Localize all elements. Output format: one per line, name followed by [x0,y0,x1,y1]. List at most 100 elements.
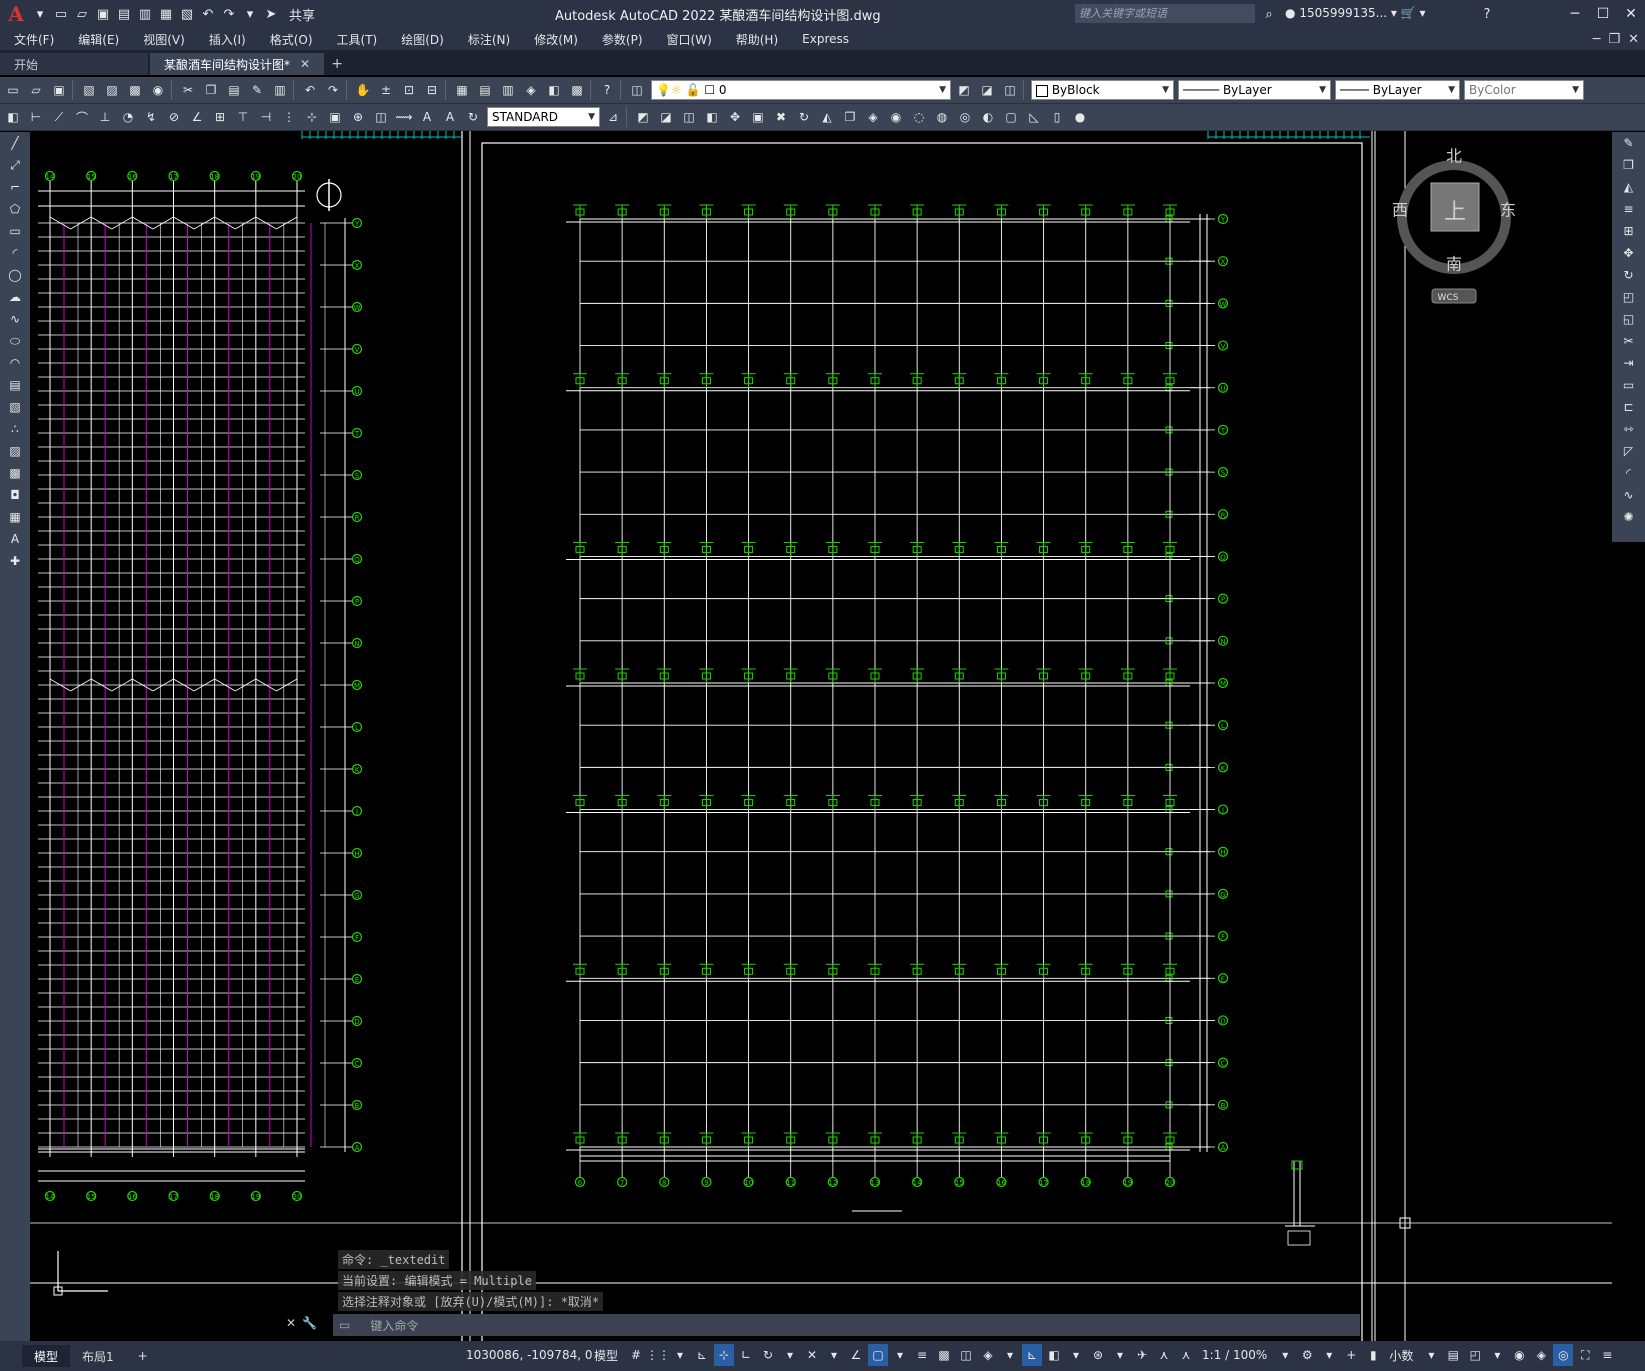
save-web-icon[interactable]: ▦ [157,5,175,23]
polyline-icon[interactable]: ⌐ [5,177,25,197]
jogged-linear-icon[interactable]: ⟿ [394,107,414,127]
tab-layout1[interactable]: 布局1 [70,1345,126,1367]
snap-icon[interactable]: ⋮⋮ [646,1344,670,1366]
save-icon[interactable]: ▣ [94,5,112,23]
design-center-icon[interactable]: ▤ [475,80,495,100]
chevron-down-icon[interactable]: ▾ [824,1344,844,1366]
linetype-dropdown[interactable]: ───── ByLayer ▼ [1178,80,1331,100]
color-faces-icon[interactable]: ◈ [863,107,883,127]
fullscreen-icon[interactable]: ⛶ [1575,1344,1595,1366]
isolate-objects-icon[interactable]: ◉ [1509,1344,1529,1366]
union-icon[interactable]: ◩ [633,107,653,127]
menu-modify[interactable]: 修改(M) [520,31,588,48]
copy-object-icon[interactable]: ❐ [1619,155,1639,175]
units-value[interactable]: 小数 [1389,1347,1413,1364]
units-icon[interactable]: ▮ [1363,1344,1383,1366]
color-dropdown[interactable]: ByBlock ▼ [1031,80,1174,100]
extrude-faces-icon[interactable]: ◧ [702,107,722,127]
open-file-icon[interactable]: ▱ [73,5,91,23]
mtext-icon[interactable]: A [5,529,25,549]
separate-icon[interactable]: ◍ [932,107,952,127]
annotation-scale-value[interactable]: 1:1 / 100% [1202,1348,1267,1362]
rotate-faces-icon[interactable]: ↻ [794,107,814,127]
chevron-down-icon[interactable]: ▾ [780,1344,800,1366]
dim-diameter-icon[interactable]: ⊘ [164,107,184,127]
erase-icon[interactable]: ✎ [1619,133,1639,153]
chevron-down-icon[interactable]: ▾ [1275,1344,1295,1366]
offset-faces-icon[interactable]: ▣ [748,107,768,127]
join-icon[interactable]: ⇿ [1619,419,1639,439]
construction-line-icon[interactable]: ⤢ [5,155,25,175]
match-properties-icon[interactable]: ✎ [247,80,267,100]
table-icon[interactable]: ▦ [5,507,25,527]
open-icon[interactable]: ▱ [26,80,46,100]
fillet-icon[interactable]: ◜ [1619,463,1639,483]
3d-osnap-icon[interactable]: ◈ [978,1344,998,1366]
chevron-down-icon[interactable]: ▾ [1319,1344,1339,1366]
dim-text-edit-icon[interactable]: A [440,107,460,127]
rotate-icon[interactable]: ↻ [1619,265,1639,285]
rectangle-icon[interactable]: ▭ [5,221,25,241]
tab-close-icon[interactable]: ✕ [300,57,310,71]
share-button[interactable]: 共享 [289,5,315,24]
offset-icon[interactable]: ≡ [1619,199,1639,219]
chamfer-icon[interactable]: ◸ [1619,441,1639,461]
region-icon[interactable]: ◘ [5,485,25,505]
search-input[interactable]: 键入关键字或短语 [1075,4,1255,23]
mirror-icon[interactable]: ◭ [1619,177,1639,197]
block-editor-icon[interactable]: ▥ [270,80,290,100]
polar-tracking-icon[interactable]: ↻ [758,1344,778,1366]
undo-icon[interactable]: ↶ [199,5,217,23]
user-account[interactable]: ● 1505999135... ▾ 🛒 ▾ [1285,6,1426,20]
menu-view[interactable]: 视图(V) [129,31,195,48]
add-layout-icon[interactable]: + [126,1345,160,1367]
lineweight-icon[interactable]: ≡ [912,1344,932,1366]
menu-tools[interactable]: 工具(T) [323,31,388,48]
box-icon[interactable]: ▢ [1001,107,1021,127]
workspace-icon[interactable]: ⚙ [1297,1344,1317,1366]
chevron-down-icon[interactable]: ▾ [1487,1344,1507,1366]
make-current-layer-icon[interactable]: ◩ [954,80,974,100]
command-input[interactable]: 键入命令 [370,1317,418,1334]
cut-icon[interactable]: ✂ [178,80,198,100]
layer-states-icon[interactable]: ◫ [1000,80,1020,100]
imprint-icon[interactable]: ◉ [886,107,906,127]
minimize-icon[interactable]: ─ [1561,0,1589,28]
customize-chevron-icon[interactable]: ▾ [241,5,259,23]
maximize-icon[interactable]: ☐ [1589,0,1617,28]
publish-3d-icon[interactable]: ◉ [148,80,168,100]
publish-icon[interactable]: ▩ [125,80,145,100]
help-icon[interactable]: ? [1478,5,1496,23]
dim-radius-icon[interactable]: ◔ [118,107,138,127]
dim-ordinate-icon[interactable]: ⊥ [95,107,115,127]
copy-faces-icon[interactable]: ❐ [840,107,860,127]
isometric-icon[interactable]: ✕ [802,1344,822,1366]
markup-icon[interactable]: ◧ [544,80,564,100]
lineweight-dropdown[interactable]: ──── ByLayer ▼ [1335,80,1460,100]
dim-linear-icon[interactable]: ⊢ [26,107,46,127]
drawing-canvas[interactable]: 14 14 15 15 16 16 17 17 18 18 19 19 20 20 Y X W V U T S R Q P N M… [30,131,1612,1341]
arc-icon[interactable]: ◜ [5,243,25,263]
clean-screen-icon[interactable]: ◎ [1553,1344,1574,1366]
coordinates-readout[interactable]: 1030086, -109784, 0 [466,1348,592,1362]
open-web-icon[interactable]: ▥ [136,5,154,23]
ortho-icon[interactable]: ∟ [736,1344,756,1366]
center-mark-icon[interactable]: ⊕ [348,107,368,127]
plot-icon[interactable]: ▧ [178,5,196,23]
intersect-icon[interactable]: ◫ [679,107,699,127]
break-at-point-icon[interactable]: ▭ [1619,375,1639,395]
new-tab-icon[interactable]: + [326,53,348,75]
graphics-performance-icon[interactable]: ◈ [1531,1344,1551,1366]
menu-help[interactable]: 帮助(H) [722,31,788,48]
app-menu-chevron-icon[interactable]: ▾ [31,5,49,23]
tab-document[interactable]: 某酿酒车间结构设计图* ✕ [150,53,325,75]
chevron-down-icon[interactable]: ▾ [1421,1344,1441,1366]
wedge-icon[interactable]: ◺ [1024,107,1044,127]
transparency-icon[interactable]: ▩ [934,1344,954,1366]
layer-previous-icon[interactable]: ◪ [977,80,997,100]
paste-icon[interactable]: ▤ [224,80,244,100]
extend-icon[interactable]: ⇥ [1619,353,1639,373]
drawing-svg[interactable]: 14 14 15 15 16 16 17 17 18 18 19 19 20 20 Y X W V U T S R Q P N M… [30,131,1612,1341]
ellipse-icon[interactable]: ⬭ [5,331,25,351]
spline-icon[interactable]: ∿ [5,309,25,329]
